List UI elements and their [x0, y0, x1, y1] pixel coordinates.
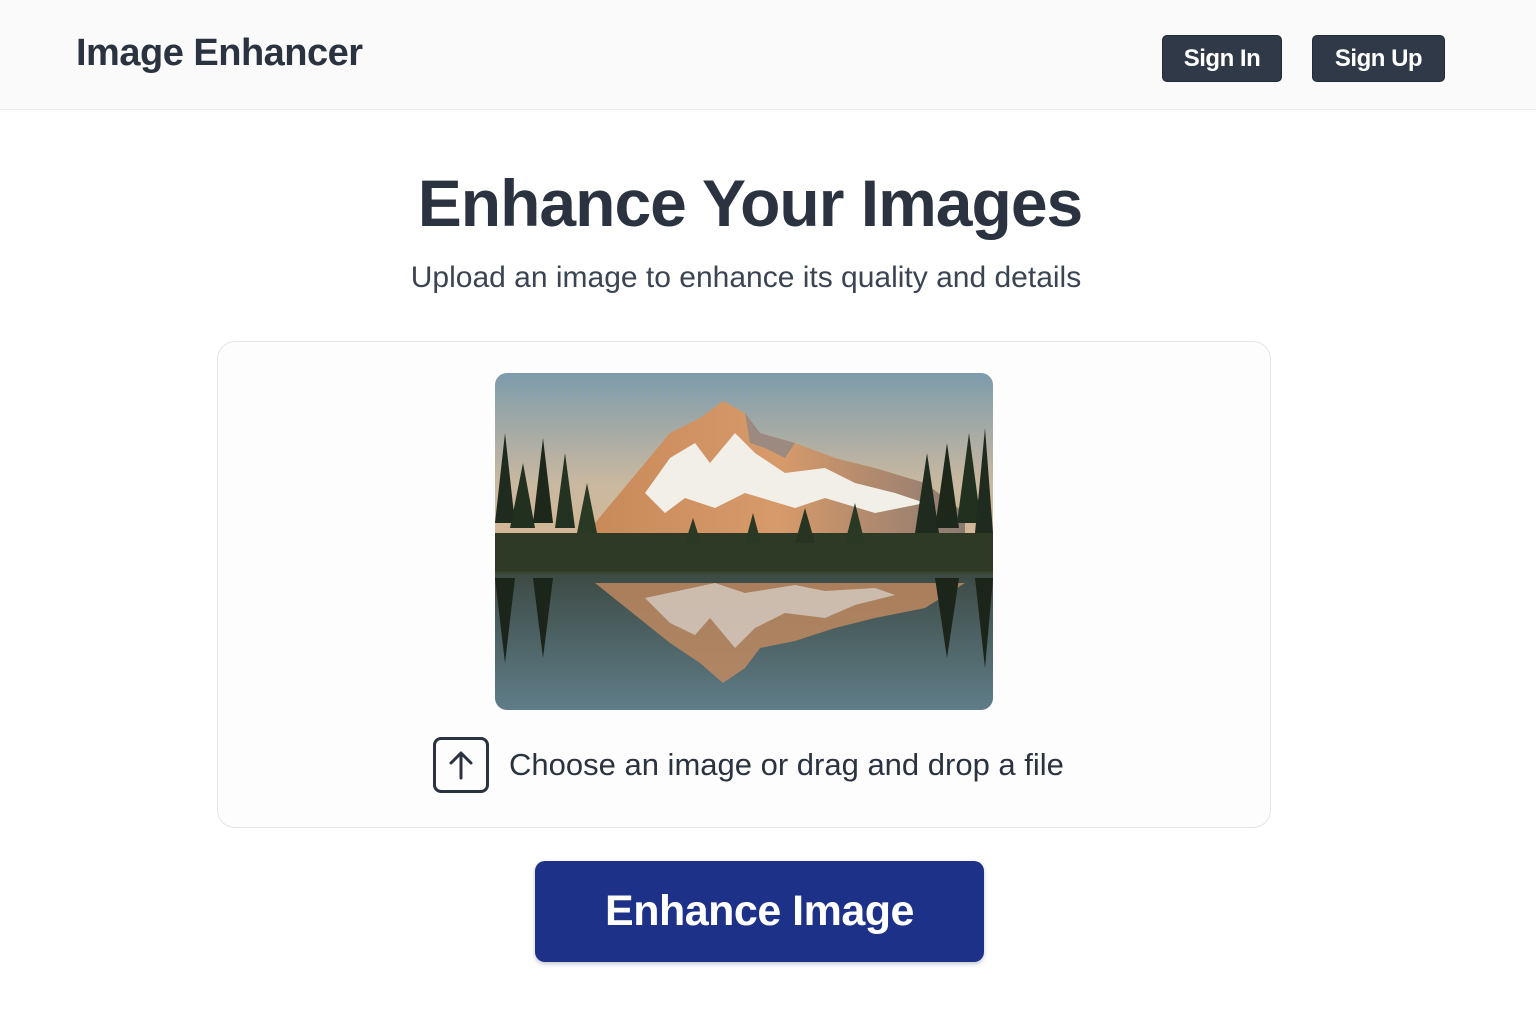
enhance-image-button[interactable]: Enhance Image [535, 861, 984, 962]
top-header: Image Enhancer Sign In Sign Up [0, 0, 1536, 110]
upload-arrow-icon[interactable] [433, 737, 489, 793]
sign-in-button[interactable]: Sign In [1162, 35, 1282, 82]
sign-up-button[interactable]: Sign Up [1312, 35, 1445, 82]
page-subtitle: Upload an image to enhance its quality a… [410, 261, 1082, 294]
app-brand: Image Enhancer [76, 32, 363, 74]
image-preview [495, 373, 993, 710]
page-title: Enhance Your Images [417, 166, 1083, 240]
upload-prompt-row[interactable]: Choose an image or drag and drop a file [433, 735, 1064, 795]
upload-dropzone[interactable]: Choose an image or drag and drop a file [217, 341, 1271, 828]
upload-prompt-text: Choose an image or drag and drop a file [509, 747, 1064, 782]
